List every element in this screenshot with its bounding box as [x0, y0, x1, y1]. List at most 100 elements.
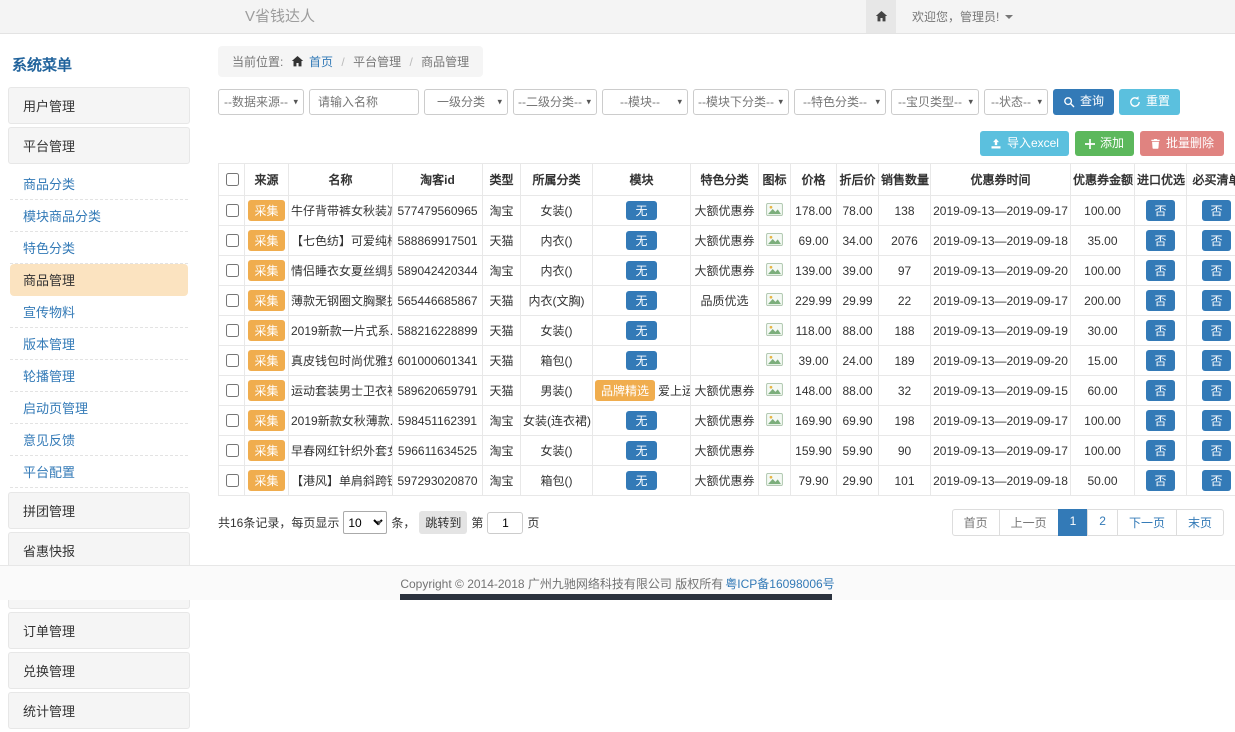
sidebar-item-0[interactable]: 商品分类	[10, 168, 188, 200]
add-button[interactable]: 添加	[1075, 131, 1134, 156]
import-select-toggle[interactable]: 否	[1146, 200, 1174, 221]
page-button-2[interactable]: 1	[1058, 509, 1089, 536]
icp-link[interactable]: 粤ICP备16098006号	[725, 575, 834, 592]
name-search-input[interactable]	[309, 89, 419, 115]
sidebar-item-7[interactable]: 启动页管理	[10, 392, 188, 424]
cell-type: 天猫	[483, 316, 521, 346]
sidebar-group-top-1[interactable]: 平台管理	[8, 127, 190, 164]
page-button-1[interactable]: 上一页	[999, 509, 1059, 536]
must-buy-toggle[interactable]: 否	[1202, 200, 1230, 221]
page-button-5[interactable]: 末页	[1176, 509, 1224, 536]
must-buy-toggle[interactable]: 否	[1202, 440, 1230, 461]
cell-icon	[759, 316, 791, 346]
import-select-toggle[interactable]: 否	[1146, 230, 1174, 251]
must-buy-toggle[interactable]: 否	[1202, 410, 1230, 431]
user-menu[interactable]: 欢迎您，管理员!	[912, 8, 1013, 25]
breadcrumb-home-link[interactable]: 首页	[309, 55, 333, 69]
cell-coupon-time: 2019-09-13—2019-09-17	[931, 436, 1071, 466]
import-select-toggle[interactable]: 否	[1146, 440, 1174, 461]
import-select-toggle[interactable]: 否	[1146, 380, 1174, 401]
filter-status-select[interactable]: --状态--	[984, 89, 1048, 115]
search-button[interactable]: 查询	[1053, 89, 1114, 114]
page-button-3[interactable]: 2	[1087, 509, 1118, 536]
breadcrumb-prefix: 当前位置:	[232, 55, 283, 69]
must-buy-toggle[interactable]: 否	[1202, 470, 1230, 491]
column-header-10: 销售数量	[879, 164, 931, 196]
must-buy-toggle[interactable]: 否	[1202, 380, 1230, 401]
must-buy-toggle[interactable]: 否	[1202, 350, 1230, 371]
row-checkbox[interactable]	[226, 294, 239, 307]
cell-name: 薄款无钢圈文胸聚拢性...	[289, 286, 393, 316]
plus-icon	[1085, 139, 1095, 149]
per-page-select[interactable]: 10	[343, 511, 387, 534]
cell-icon	[759, 466, 791, 496]
must-buy-toggle[interactable]: 否	[1202, 320, 1230, 341]
jump-button[interactable]: 跳转到	[419, 511, 467, 534]
must-buy-toggle[interactable]: 否	[1202, 230, 1230, 251]
must-buy-toggle[interactable]: 否	[1202, 290, 1230, 311]
sidebar-item-2[interactable]: 特色分类	[10, 232, 188, 264]
row-checkbox[interactable]	[226, 474, 239, 487]
cell-feature: 大额优惠券	[691, 406, 759, 436]
import-select-toggle[interactable]: 否	[1146, 470, 1174, 491]
import-select-toggle[interactable]: 否	[1146, 350, 1174, 371]
select-all-checkbox[interactable]	[226, 173, 239, 186]
import-select-toggle[interactable]: 否	[1146, 320, 1174, 341]
sidebar-item-1[interactable]: 模块商品分类	[10, 200, 188, 232]
sidebar-group-bottom-4[interactable]: 兑换管理	[8, 652, 190, 689]
jump-page-input[interactable]	[487, 512, 523, 534]
row-checkbox[interactable]	[226, 264, 239, 277]
row-checkbox[interactable]	[226, 384, 239, 397]
welcome-text: 欢迎您，管理员!	[912, 8, 999, 25]
sidebar-item-4[interactable]: 宣传物料	[10, 296, 188, 328]
batch-delete-button[interactable]: 批量删除	[1140, 131, 1224, 156]
filter-level2-select[interactable]: --二级分类--	[513, 89, 597, 115]
filter-module-select[interactable]: --模块--	[602, 89, 688, 115]
row-checkbox[interactable]	[226, 234, 239, 247]
source-badge: 采集	[248, 260, 284, 281]
sidebar-group-bottom-5[interactable]: 统计管理	[8, 692, 190, 729]
sidebar-group-bottom-1[interactable]: 省惠快报	[8, 532, 190, 569]
sidebar-item-6[interactable]: 轮播管理	[10, 360, 188, 392]
sidebar-item-5[interactable]: 版本管理	[10, 328, 188, 360]
cell-taoke-id: 589620659791	[393, 376, 483, 406]
goods-table: 来源名称淘客id类型所属分类模块特色分类图标价格折后价销售数量优惠券时间优惠券金…	[218, 163, 1235, 496]
cell-category: 箱包()	[521, 466, 593, 496]
sidebar-group-top-0[interactable]: 用户管理	[8, 87, 190, 124]
import-select-toggle[interactable]: 否	[1146, 290, 1174, 311]
sidebar-item-9[interactable]: 平台配置	[10, 456, 188, 488]
row-checkbox[interactable]	[226, 414, 239, 427]
filter-module-sub-select[interactable]: --模块下分类--	[693, 89, 789, 115]
cell-icon	[759, 406, 791, 436]
row-checkbox[interactable]	[226, 324, 239, 337]
filter-itemtype-select[interactable]: --宝贝类型--	[891, 89, 979, 115]
page-button-0[interactable]: 首页	[952, 509, 1000, 536]
import-excel-button[interactable]: 导入excel	[980, 131, 1069, 156]
cell-module: 无	[593, 406, 691, 436]
sidebar-item-3[interactable]: 商品管理	[10, 264, 188, 296]
row-checkbox[interactable]	[226, 204, 239, 217]
column-header-9: 折后价	[837, 164, 879, 196]
home-button[interactable]	[866, 0, 896, 33]
import-select-toggle[interactable]: 否	[1146, 260, 1174, 281]
cell-price: 178.00	[791, 196, 837, 226]
cell-checkbox	[219, 256, 245, 286]
module-text: 爱上运动	[658, 384, 690, 398]
must-buy-toggle[interactable]: 否	[1202, 260, 1230, 281]
cell-price: 169.90	[791, 406, 837, 436]
sidebar-group-bottom-3[interactable]: 订单管理	[8, 612, 190, 649]
sidebar-group-bottom-0[interactable]: 拼团管理	[8, 492, 190, 529]
reset-button[interactable]: 重置	[1119, 89, 1180, 114]
cell-discount-price: 29.90	[837, 466, 879, 496]
filter-source-select[interactable]: --数据来源--	[218, 89, 304, 115]
home-icon	[291, 55, 304, 68]
row-checkbox[interactable]	[226, 444, 239, 457]
sidebar-item-8[interactable]: 意见反馈	[10, 424, 188, 456]
cell-taoke-id: 598451162391	[393, 406, 483, 436]
filter-level1-select[interactable]: 一级分类	[424, 89, 508, 115]
cell-feature: 大额优惠券	[691, 226, 759, 256]
import-select-toggle[interactable]: 否	[1146, 410, 1174, 431]
filter-feature-select[interactable]: --特色分类--	[794, 89, 886, 115]
row-checkbox[interactable]	[226, 354, 239, 367]
page-button-4[interactable]: 下一页	[1117, 509, 1177, 536]
